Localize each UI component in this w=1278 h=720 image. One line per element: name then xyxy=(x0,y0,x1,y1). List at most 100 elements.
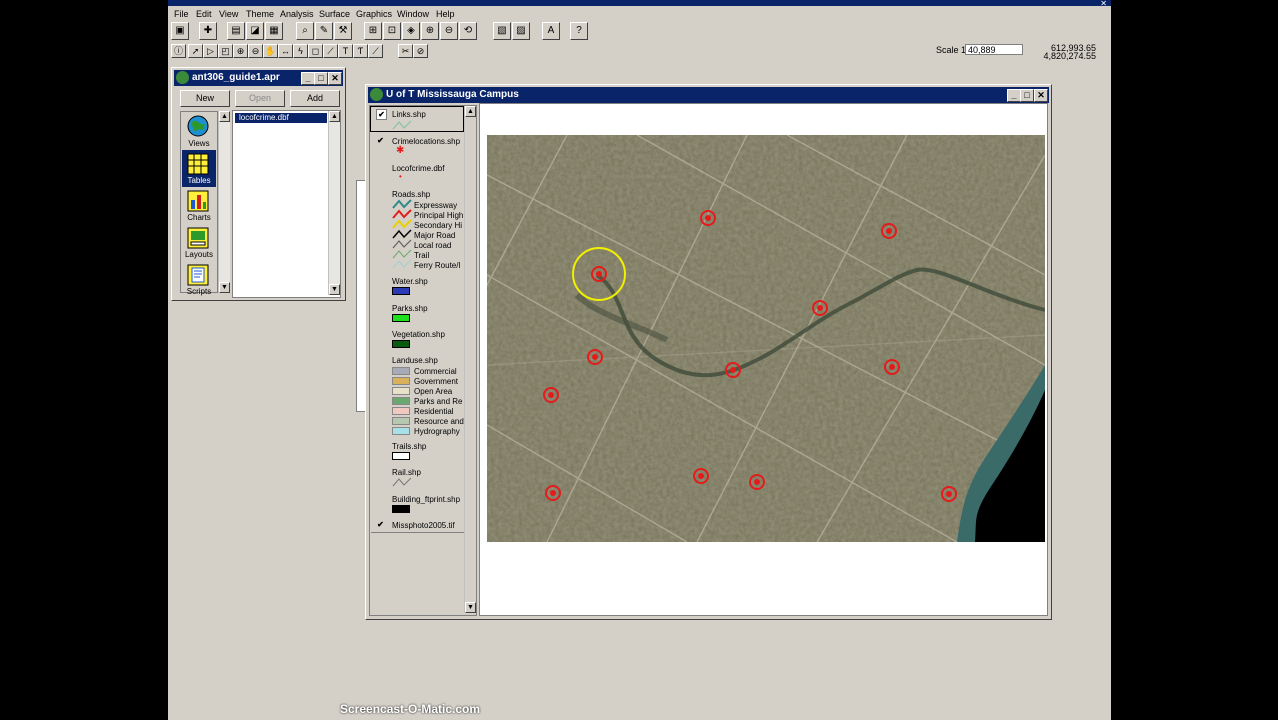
close-button[interactable]: ✕ xyxy=(1034,89,1048,102)
layer-checkbox[interactable]: ✔ xyxy=(376,520,385,529)
scroll-down-arrow[interactable]: ▼ xyxy=(465,602,476,613)
layer-checkbox[interactable] xyxy=(376,303,385,312)
zoom-in-tool[interactable]: ⊕ xyxy=(233,44,248,58)
layer-checkbox[interactable] xyxy=(376,276,385,285)
landuse-class-label: Hydrography xyxy=(414,427,460,436)
menu-theme[interactable]: Theme xyxy=(246,9,274,19)
close-button[interactable]: ✕ xyxy=(328,72,342,85)
layer-checkbox[interactable] xyxy=(376,329,385,338)
zoom-out-tool[interactable]: ⊖ xyxy=(248,44,263,58)
globe-icon xyxy=(187,115,209,137)
table-of-contents: ✔ Links.shp ✔ Crimelocations.shp ✱ Locof… xyxy=(369,105,477,616)
list-scrollbar[interactable]: ▲ ▼ xyxy=(328,111,340,295)
find-button[interactable]: ⌕ xyxy=(296,22,314,40)
layer-name: Building_ftprint.shp xyxy=(392,495,461,504)
doc-type-scrollbar[interactable]: ▲ ▼ xyxy=(218,111,230,293)
scale-input[interactable]: 40,889 xyxy=(965,44,1023,55)
layout-icon xyxy=(187,227,209,249)
menu-edit[interactable]: Edit xyxy=(196,9,212,19)
zoom-in-button[interactable]: ⊕ xyxy=(421,22,439,40)
menu-graphics[interactable]: Graphics xyxy=(356,9,392,19)
doc-type-label: Views xyxy=(188,139,210,148)
line-symbol xyxy=(392,120,412,130)
project-title-bar: ant306_guide1.apr _ □ ✕ xyxy=(174,70,343,86)
theme-properties-button[interactable]: ▤ xyxy=(227,22,245,40)
split-tool[interactable]: ✂ xyxy=(398,44,413,58)
add-theme-button[interactable]: ✚ xyxy=(199,22,217,40)
locate-address-button[interactable]: ✎ xyxy=(315,22,333,40)
scroll-down-arrow[interactable]: ▼ xyxy=(329,284,340,295)
hotlink-tool[interactable]: ϟ xyxy=(293,44,308,58)
list-item[interactable]: locofcrime.dbf xyxy=(235,113,327,123)
toc-scrollbar[interactable]: ▲ ▼ xyxy=(464,106,476,613)
text-along-tool[interactable]: Ƭ xyxy=(353,44,368,58)
maximize-button[interactable]: □ xyxy=(314,72,328,85)
menu-view[interactable]: View xyxy=(219,9,238,19)
menu-surface[interactable]: Surface xyxy=(319,9,350,19)
identify-tool[interactable]: ⓘ xyxy=(171,44,186,58)
landuse-class-label: Government xyxy=(414,377,459,386)
menu-help[interactable]: Help xyxy=(436,9,455,19)
landuse-class-label: Residential xyxy=(414,407,454,416)
zoom-out-button[interactable]: ⊖ xyxy=(440,22,458,40)
layer-name: Roads.shp xyxy=(392,190,431,199)
layer-checkbox[interactable] xyxy=(376,163,385,172)
maximize-button[interactable]: □ xyxy=(1020,89,1034,102)
select-feature-tool[interactable]: ◰ xyxy=(218,44,233,58)
open-button[interactable]: Open xyxy=(235,90,285,107)
layer-checkbox[interactable] xyxy=(376,355,385,364)
layer-checkbox[interactable]: ✔ xyxy=(376,109,387,120)
trails-swatch xyxy=(392,452,410,460)
scroll-down-arrow[interactable]: ▼ xyxy=(219,282,230,293)
layer-checkbox[interactable]: ✔ xyxy=(376,136,385,145)
pointer-tool[interactable]: ➚ xyxy=(188,44,203,58)
scroll-up-arrow[interactable]: ▲ xyxy=(219,111,230,122)
help-button[interactable]: ? xyxy=(570,22,588,40)
select-by-theme-button[interactable]: ▧ xyxy=(493,22,511,40)
measure-tool[interactable]: ↔ xyxy=(278,44,293,58)
label-button[interactable]: A xyxy=(542,22,560,40)
new-button[interactable]: New xyxy=(180,90,230,107)
aerial-photo[interactable] xyxy=(487,135,1045,542)
menu-file[interactable]: File xyxy=(174,9,189,19)
rail-symbol xyxy=(392,477,412,487)
text-tool[interactable]: T xyxy=(338,44,353,58)
scroll-up-arrow[interactable]: ▲ xyxy=(465,106,476,117)
landuse-swatch xyxy=(392,367,410,375)
doc-type-label: Layouts xyxy=(184,250,214,259)
scale-label: Scale 1: xyxy=(936,45,969,55)
vertex-edit-tool[interactable]: ▷ xyxy=(203,44,218,58)
open-table-button[interactable]: ▦ xyxy=(265,22,283,40)
layer-checkbox[interactable] xyxy=(376,494,385,503)
menu-window[interactable]: Window xyxy=(397,9,429,19)
landuse-swatch xyxy=(392,387,410,395)
layer-checkbox[interactable] xyxy=(376,189,385,198)
save-project-button[interactable]: ▣ xyxy=(171,22,189,40)
menu-analysis[interactable]: Analysis xyxy=(280,9,314,19)
minimize-button[interactable]: _ xyxy=(301,72,315,85)
road-class-label: Major Road xyxy=(414,231,456,240)
add-button[interactable]: Add xyxy=(290,90,340,107)
zoom-selected-button[interactable]: ◈ xyxy=(402,22,420,40)
query-builder-button[interactable]: ⚒ xyxy=(334,22,352,40)
pan-tool[interactable]: ✋ xyxy=(263,44,278,58)
clear-selection-button[interactable]: ▨ xyxy=(512,22,530,40)
road-symbols xyxy=(392,199,412,269)
zoom-active-button[interactable]: ⊡ xyxy=(383,22,401,40)
edit-legend-button[interactable]: ◪ xyxy=(246,22,264,40)
layer-name: Trails.shp xyxy=(392,442,427,451)
landuse-class-label: Parks and Re xyxy=(414,397,463,406)
merge-tool[interactable]: ⊘ xyxy=(413,44,428,58)
scroll-up-arrow[interactable]: ▲ xyxy=(329,111,340,122)
area-of-interest-tool[interactable]: ◻ xyxy=(308,44,323,58)
draw-tool[interactable]: ⟋ xyxy=(368,44,383,58)
label-tool[interactable]: ⟋ xyxy=(323,44,338,58)
zoom-previous-button[interactable]: ⟲ xyxy=(459,22,477,40)
y-coordinate: 4,820,274.55 xyxy=(1043,51,1096,61)
layer-checkbox[interactable] xyxy=(376,467,385,476)
parks-swatch xyxy=(392,314,410,322)
minimize-button[interactable]: _ xyxy=(1007,89,1021,102)
vegetation-swatch xyxy=(392,340,410,348)
zoom-full-button[interactable]: ⊞ xyxy=(364,22,382,40)
layer-checkbox[interactable] xyxy=(376,441,385,450)
